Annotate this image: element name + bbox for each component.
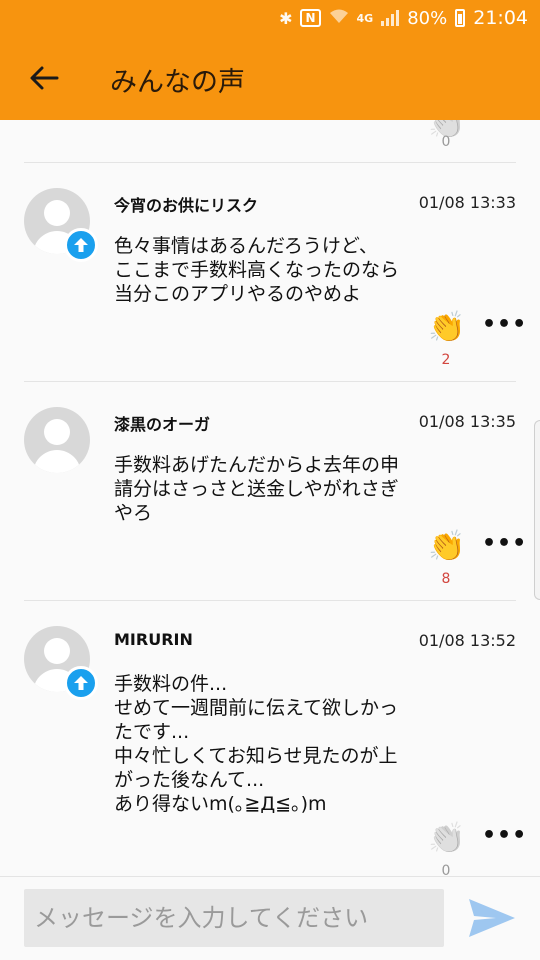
page-title: みんなの声	[110, 67, 245, 98]
signal-icon	[381, 10, 400, 26]
message-body: 手数料の件... せめて一週間前に伝えて欲しかっ たです... 中々忙しくてお知…	[114, 673, 399, 815]
clock: 21:04	[473, 7, 528, 29]
username: 漆黒のオーガ	[114, 415, 211, 434]
scrollbar[interactable]	[534, 420, 540, 600]
avatar[interactable]	[24, 407, 90, 473]
timestamp: 01/08 13:33	[418, 193, 516, 212]
divider	[24, 162, 516, 163]
arrow-left-icon	[30, 66, 59, 90]
clap-count: 8	[441, 571, 451, 587]
battery-percent: 80%	[407, 7, 448, 29]
network-type: 4G	[356, 11, 374, 25]
nfc-icon: N	[300, 9, 321, 27]
message-body: 色々事情はあるんだろうけど、 ここまで手数料高くなったのなら 当分このアプリやる…	[114, 235, 400, 305]
timestamp: 01/08 13:35	[418, 412, 516, 431]
timestamp: 01/08 13:52	[418, 631, 516, 650]
message-body: 手数料あげたんだからよ去年の申 請分はさっさと送金しやがれさぎ やろ	[114, 454, 400, 524]
app-bar: ✱ N 4G 80% 21:04 みんなの声	[0, 0, 540, 120]
more-options-button[interactable]: •••	[482, 313, 526, 337]
status-bar: ✱ N 4G 80% 21:04	[0, 0, 540, 36]
clap-count: 2	[441, 352, 451, 368]
username: 今宵のお供にリスク	[114, 196, 259, 215]
more-options-button[interactable]: •••	[482, 532, 526, 556]
divider	[24, 381, 516, 382]
composer-bar	[0, 876, 540, 960]
upvote-badge	[64, 666, 98, 700]
arrow-up-icon	[74, 676, 88, 690]
clap-count: 0	[441, 863, 451, 876]
bluetooth-icon: ✱	[279, 8, 293, 28]
message-input[interactable]	[24, 889, 444, 947]
divider	[24, 600, 516, 601]
send-icon	[469, 899, 515, 937]
upvote-badge	[64, 228, 98, 262]
more-options-button[interactable]: •••	[482, 824, 526, 848]
message-list[interactable]: 👏 0 今宵のお供にリスク 01/08 13:33 色々事情はあるんだろうけど、…	[0, 120, 540, 876]
clap-icon[interactable]: 👏	[428, 821, 465, 857]
battery-icon	[455, 9, 466, 27]
wifi-icon	[329, 8, 349, 28]
username: MIRURIN	[114, 630, 193, 649]
clap-count: 0	[441, 134, 451, 150]
send-button[interactable]	[466, 895, 518, 941]
clap-icon[interactable]: 👏	[428, 529, 465, 565]
back-button[interactable]	[24, 56, 64, 100]
arrow-up-icon	[74, 238, 88, 252]
clap-icon[interactable]: 👏	[428, 310, 465, 346]
